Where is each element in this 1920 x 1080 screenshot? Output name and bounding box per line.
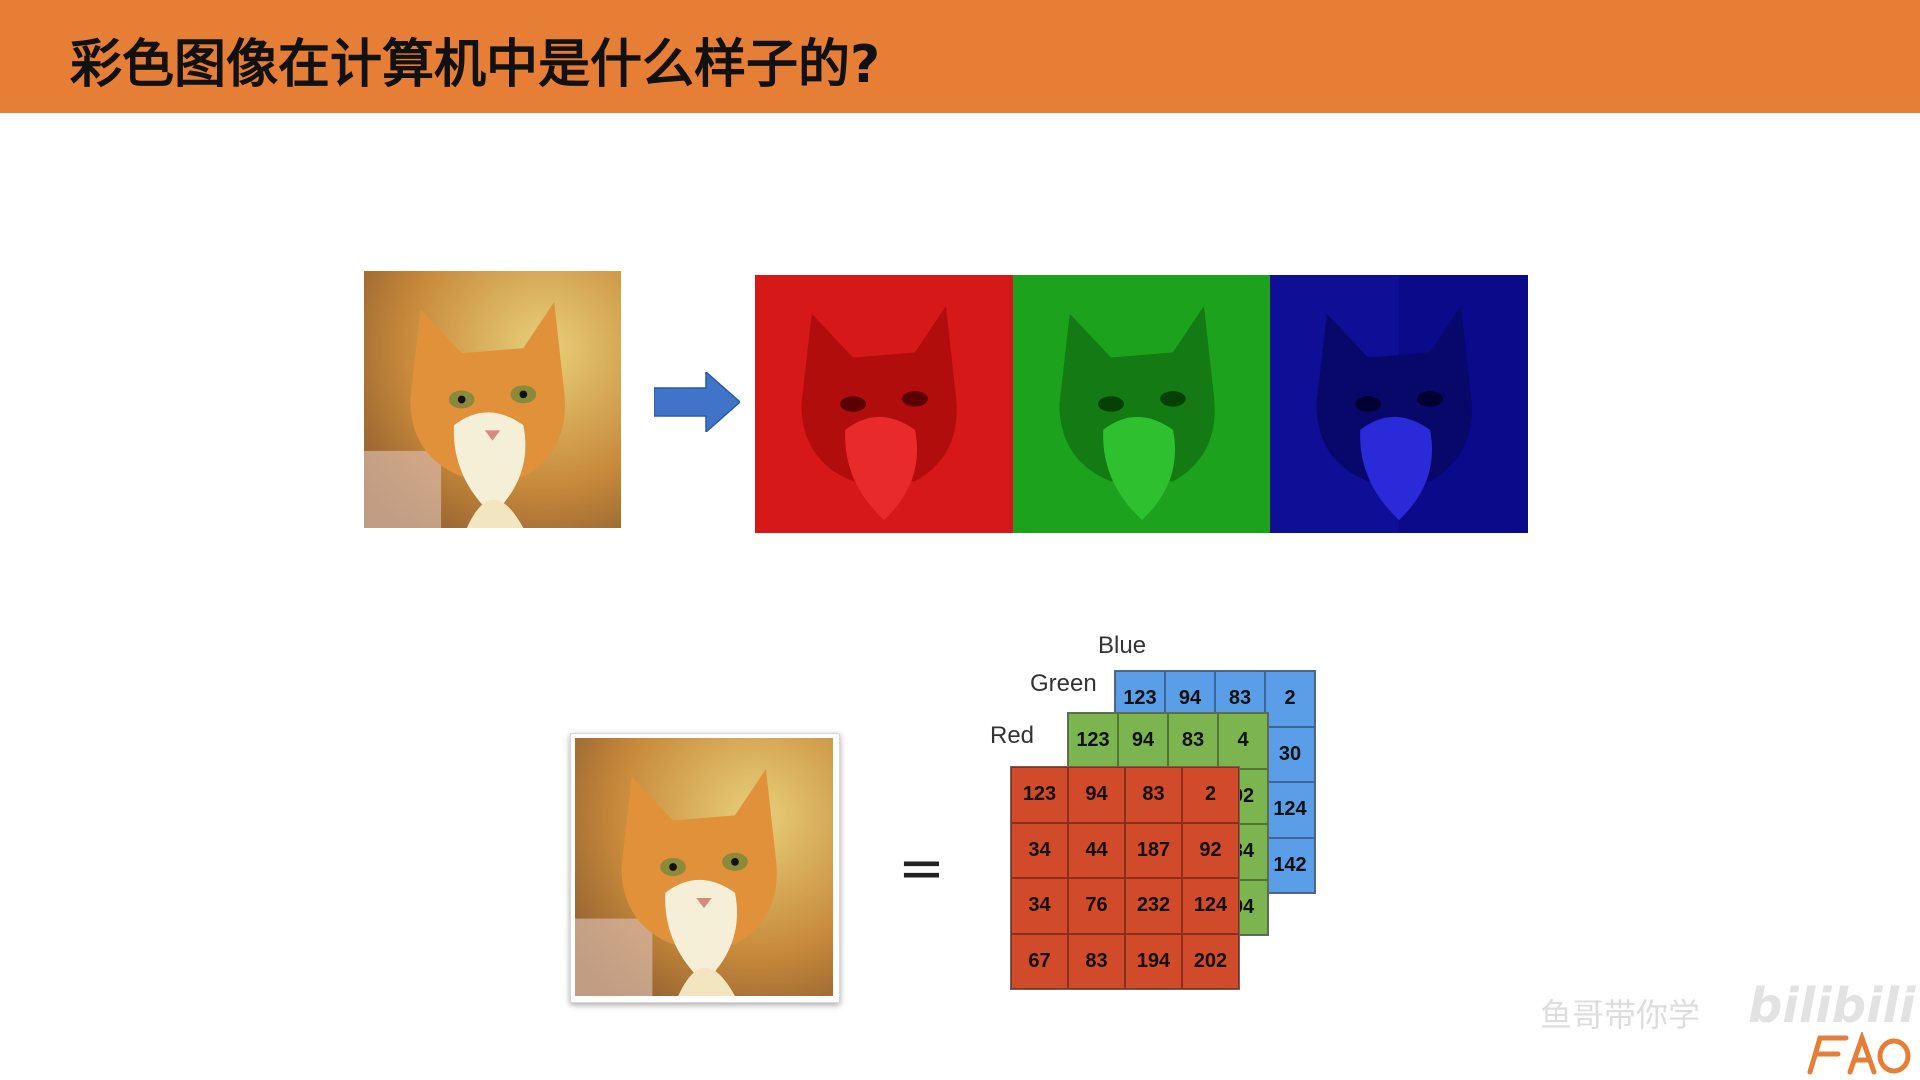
matrix-cell: 123	[1068, 713, 1118, 769]
matrix-cell: 83	[1125, 767, 1182, 823]
matrix-cell: 232	[1125, 878, 1182, 934]
matrix-cell: 34	[1011, 878, 1068, 934]
matrix-cell: 30	[1265, 726, 1315, 782]
matrix-cell: 2	[1182, 767, 1239, 823]
matrix-cell: 83	[1168, 713, 1218, 769]
matrix-cell: 202	[1182, 933, 1239, 989]
title-bar: 彩色图像在计算机中是什么样子的?	[0, 0, 1920, 113]
matrix-cell: 4	[1218, 713, 1268, 769]
matrix-cell: 124	[1182, 878, 1239, 934]
matrix-cell: 94	[1068, 767, 1125, 823]
matrix-cell: 2	[1265, 671, 1315, 727]
matrix-cell: 194	[1125, 933, 1182, 989]
green-channel-image	[1013, 275, 1271, 533]
matrix-cell: 187	[1125, 822, 1182, 878]
matrix-cell: 76	[1068, 878, 1125, 934]
matrix-cell: 124	[1265, 782, 1315, 838]
matrix-cell: 123	[1011, 767, 1068, 823]
arrow-right-icon	[654, 372, 740, 432]
matrix-cell: 142	[1265, 837, 1315, 893]
page-title: 彩色图像在计算机中是什么样子的?	[70, 35, 881, 95]
bilibili-logo: bilibili	[1748, 978, 1916, 1034]
red-channel-image	[755, 275, 1013, 533]
matrix-cell: 83	[1068, 933, 1125, 989]
matrix-cell: 34	[1011, 822, 1068, 878]
cat-photo-framed	[570, 733, 840, 1003]
blue-layer-label: Blue	[1098, 632, 1147, 659]
equals-sign: =	[898, 836, 945, 901]
red-layer-label: Red	[990, 722, 1035, 749]
blue-channel-image	[1270, 275, 1528, 533]
red-matrix: 123 94 83 2 34 44 187 92 34 76 232 124 6…	[1010, 766, 1240, 990]
matrix-cell: 67	[1011, 933, 1068, 989]
matrix-cell: 92	[1182, 822, 1239, 878]
watermark-text: 鱼哥带你学	[1540, 996, 1701, 1034]
fao-logo-icon	[1807, 1032, 1911, 1075]
matrix-cell: 44	[1068, 822, 1125, 878]
cat-photo	[364, 271, 621, 528]
green-layer-label: Green	[1030, 670, 1097, 697]
matrix-cell: 94	[1118, 713, 1168, 769]
